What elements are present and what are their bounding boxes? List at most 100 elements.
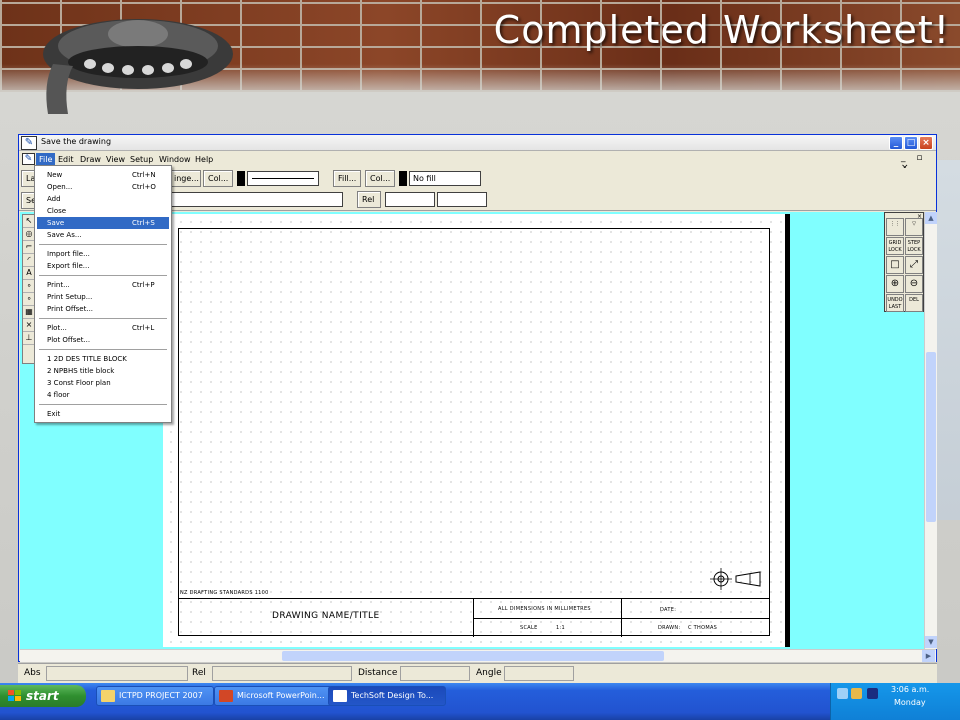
start-button[interactable]: start [0,685,86,707]
fill-colour-button[interactable]: Col... [365,170,395,187]
fill-button[interactable]: Fill... [333,170,361,187]
menu-separator [39,318,167,319]
menu-item-label: 4 floor [47,391,70,399]
zoom-extents-icon[interactable]: ⤢ [905,256,923,274]
menu-item-plot[interactable]: Plot... Ctrl+L [37,322,169,334]
undo-last-button[interactable]: UNDO LAST [886,294,904,312]
system-tray: 3:06 a.m. Monday [830,683,960,720]
vertical-scrollbar[interactable]: ▲ ▼ [924,212,937,649]
tray-chevron-icon[interactable] [837,688,848,699]
menu-item-label: 3 Const Floor plan [47,379,111,387]
right-tool-palette: × ⋮⋮ ▽ GRID LOCK STEP LOCK □ ⤢ ⊕ ⊖ UNDO … [884,212,924,312]
dimensions-note: ALL DIMENSIONS IN MILLIMETRES [498,606,591,612]
angle-field [504,666,574,681]
menu-item-recent-4[interactable]: 4 floor [37,389,169,401]
delete-button[interactable]: DEL [905,294,923,312]
techsoft-icon [333,690,347,702]
clock-day: Monday [894,698,926,707]
menu-item-plot-offset[interactable]: Plot Offset... [37,334,169,346]
menu-item-shortcut: Ctrl+L [132,324,155,332]
menu-item-shortcut: Ctrl+N [132,171,156,179]
window-select-icon[interactable]: □ [886,256,904,274]
menu-item-label: Exit [47,410,61,418]
zoom-in-icon[interactable]: ⊕ [886,275,904,293]
menu-item-new[interactable]: New Ctrl+N [37,169,169,181]
menu-item-print-setup[interactable]: Print Setup... [37,291,169,303]
third-angle-projection-symbol [710,568,761,590]
vertical-scroll-thumb[interactable] [926,352,936,522]
drawing-border [178,228,770,636]
close-button[interactable]: × [919,136,933,150]
menu-item-recent-3[interactable]: 3 Const Floor plan [37,377,169,389]
menu-item-label: 1 2D DES TITLE BLOCK [47,355,127,363]
windows-logo-icon [8,690,21,701]
tray-app-icon[interactable] [867,688,878,699]
menu-item-export[interactable]: Export file... [37,260,169,272]
standards-text: NZ DRAFTING STANDARDS 1100 [180,590,269,596]
techsoft-app-icon: ✎ [21,136,37,150]
scale-label: SCALE [520,625,538,631]
document-icon[interactable]: ✎ [22,153,35,165]
date-label: DATE: [660,607,677,613]
menu-item-exit[interactable]: Exit [37,408,169,420]
drawn-label: DRAWN: [658,625,681,631]
scroll-up-arrow-icon[interactable]: ▲ [925,212,937,224]
task-label: ICTPD PROJECT 2007 [119,691,203,700]
fill-value-box[interactable]: No fill [409,171,481,186]
status-bar: Abs Rel Distance Angle [18,663,937,683]
line-style-box[interactable] [247,171,319,186]
menu-item-label: Save [47,219,65,227]
menu-item-import[interactable]: Import file... [37,248,169,260]
menu-item-save[interactable]: Save Ctrl+S [37,217,169,229]
tray-network-icon[interactable] [851,688,862,699]
menu-item-close[interactable]: Close [37,205,169,217]
title-block: NZ DRAFTING STANDARDS 1100 DRAWING NAME/… [178,590,770,637]
rel-y-input[interactable] [437,192,487,207]
scroll-right-arrow-icon[interactable]: ▶ [922,650,935,662]
menu-item-label: Print Setup... [47,293,93,301]
menu-item-shortcut: Ctrl+S [132,219,155,227]
minimize-button[interactable]: _ [889,136,903,150]
slide-title: Completed Worksheet! [493,8,950,52]
menu-item-open[interactable]: Open... Ctrl+O [37,181,169,193]
task-ictpd-project[interactable]: ICTPD PROJECT 2007 [96,686,214,706]
coordinate-input[interactable] [169,192,343,207]
menu-item-add[interactable]: Add [37,193,169,205]
angle-label: Angle [476,668,502,678]
menu-separator [39,244,167,245]
start-label: start [26,689,59,703]
zoom-out-icon[interactable]: ⊖ [905,275,923,293]
step-lock-button[interactable]: STEP LOCK [905,237,923,255]
menu-item-label: New [47,171,63,179]
menu-item-label: Close [47,207,67,215]
title-block-divider [473,618,770,619]
grid-lock-button[interactable]: GRID LOCK [886,237,904,255]
line-colour-button[interactable]: Col... [203,170,233,187]
window-titlebar[interactable]: ✎ Save the drawing _ □ × [19,135,936,151]
task-powerpoint[interactable]: Microsoft PowerPoin... [214,686,332,706]
menu-item-print[interactable]: Print... Ctrl+P [37,279,169,291]
horizontal-scroll-thumb[interactable] [282,651,664,661]
menu-item-label: Print... [47,281,70,289]
menu-item-label: Open... [47,183,73,191]
menu-item-save-as[interactable]: Save As... [37,229,169,241]
snap-icon[interactable]: ▽ [905,218,923,236]
hinge-button[interactable]: inge... [169,170,201,187]
menu-item-recent-1[interactable]: 1 2D DES TITLE BLOCK [37,353,169,365]
menu-item-label: Save As... [47,231,82,239]
menu-item-recent-2[interactable]: 2 NPBHS title block [37,365,169,377]
file-menu-dropdown: New Ctrl+N Open... Ctrl+O Add Close Save Ct… [34,165,172,423]
menu-item-print-offset[interactable]: Print Offset... [37,303,169,315]
relative-button[interactable]: Rel [357,191,381,208]
maximize-button[interactable]: □ [904,136,918,150]
drawing-name-title: DRAWING NAME/TITLE [272,611,380,621]
menu-help[interactable]: Help [192,153,216,166]
horizontal-scrollbar[interactable]: ▶ [20,649,936,662]
rel-x-input[interactable] [385,192,435,207]
abs-field [46,666,188,681]
menu-item-label: Plot... [47,324,67,332]
grid-icon[interactable]: ⋮⋮ [886,218,904,236]
menu-separator [39,275,167,276]
task-techsoft[interactable]: TechSoft Design To... [328,686,446,706]
scroll-down-arrow-icon[interactable]: ▼ [925,636,937,648]
